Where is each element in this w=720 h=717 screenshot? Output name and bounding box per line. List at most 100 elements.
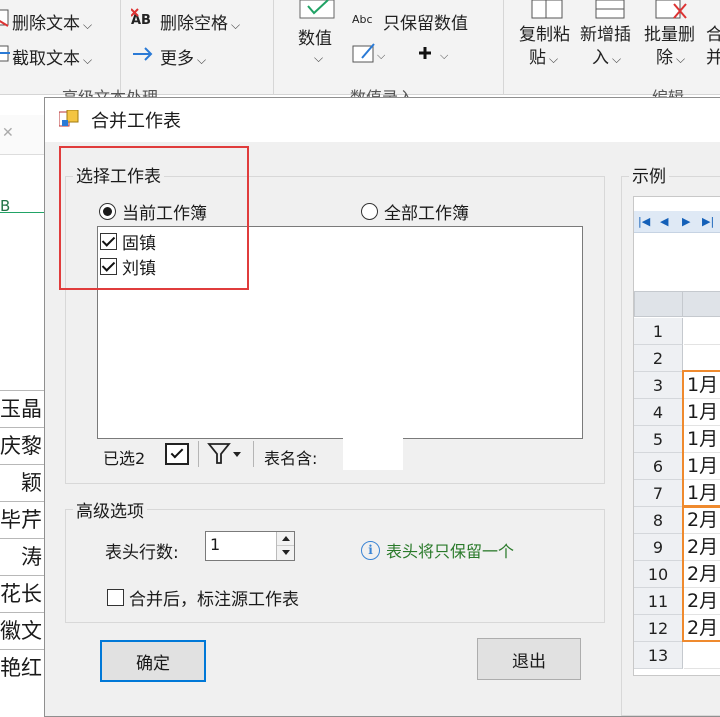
row-header: 5 <box>634 426 683 453</box>
cell-name[interactable]: 庆黎 <box>0 427 44 464</box>
close-icon: ✕ <box>2 125 14 141</box>
delete-text-icon <box>0 8 12 32</box>
header-rows-stepper[interactable]: 1 <box>205 531 295 561</box>
to-number-dropdown[interactable]: ⌵ <box>311 47 323 67</box>
chevron-down-icon: ⌵ <box>549 52 559 66</box>
example-cell <box>684 345 720 372</box>
insert-label-2: 入 <box>592 48 609 68</box>
select-all-toggle[interactable] <box>165 443 189 465</box>
header-info-note: i 表头将只保留一个 <box>361 538 514 562</box>
chevron-down-icon: ⌵ <box>231 18 241 32</box>
mark-source-label: 合并后，标注源工作表 <box>129 590 299 610</box>
checkbox-unchecked <box>107 589 124 606</box>
insert-label: 新增插 <box>580 25 631 45</box>
advanced-options-caption: 高级选项 <box>73 497 147 522</box>
insert-button[interactable]: 新增插 入 ⌵ <box>580 24 631 71</box>
row-header: 6 <box>634 453 683 480</box>
copy-paste-icon <box>528 0 568 26</box>
cell-name[interactable]: 涛 <box>0 538 44 575</box>
prev-sheet-icon: ◀ <box>660 215 669 228</box>
cell-name[interactable]: 毕芹 <box>0 501 44 538</box>
chevron-down-icon: ⌵ <box>83 18 93 32</box>
cell-name[interactable]: 艳红 <box>0 649 44 686</box>
delete-spaces-icon: AB <box>130 7 161 33</box>
to-number-button[interactable]: 数值 <box>298 24 332 49</box>
example-caption: 示例 <box>629 162 669 187</box>
chevron-down-icon: ⌵ <box>676 52 686 66</box>
keep-numbers-button[interactable]: 只保留数值 <box>383 9 468 34</box>
first-sheet-icon: |◀ <box>638 215 651 228</box>
dialog-titlebar[interactable]: 合并工作表 <box>45 98 720 142</box>
highlight-box-select <box>59 146 249 290</box>
keep-numbers-label: 只保留数值 <box>383 14 468 34</box>
ribbon-separator <box>120 0 121 95</box>
row-header: 3 <box>634 372 683 399</box>
ribbon-separator <box>503 0 504 95</box>
merge-label: 合 <box>706 25 720 45</box>
example-preview: |◀ ◀ ▶ ▶| 1 2 3 4 5 6 7 8 9 10 11 12 13 … <box>633 196 720 676</box>
edit-cell-icon[interactable]: ⌵ <box>352 42 388 68</box>
cell-name[interactable]: 花长 <box>0 575 44 612</box>
separator <box>198 441 199 467</box>
svg-text:⌵: ⌵ <box>440 49 449 62</box>
sheet-name-contains-label: 表名含: <box>264 449 318 468</box>
insert-icon <box>592 0 628 26</box>
to-number-label: 数值 <box>298 29 332 49</box>
row-header: 8 <box>634 507 683 534</box>
truncate-text-button[interactable]: 截取文本 ⌵ <box>12 44 92 69</box>
separator <box>253 441 254 467</box>
more-label: 更多 <box>160 49 194 69</box>
cell-name[interactable]: 玉晶 <box>0 390 44 427</box>
spreadsheet-background: ✕ B 玉晶 庆黎 颖 毕芹 涛 花长 徽文 艳红 <box>0 95 44 703</box>
example-cell <box>684 318 720 345</box>
highlight-box-month2 <box>682 506 720 642</box>
filter-icon[interactable] <box>207 442 241 470</box>
plus-icon[interactable]: ⌵ <box>416 42 456 68</box>
copy-paste-button[interactable]: 复制粘 贴 ⌵ <box>519 24 570 71</box>
sheet-name-filter-input[interactable] <box>343 438 403 470</box>
merge-button[interactable]: 合 并 <box>706 24 720 70</box>
truncate-text-icon <box>0 44 12 68</box>
chevron-down-icon: ⌵ <box>83 53 93 67</box>
header-rows-label: 表头行数: <box>105 543 179 563</box>
selection-line <box>0 212 44 213</box>
radio-all-label: 全部工作簿 <box>384 204 469 224</box>
ribbon-separator <box>273 0 274 95</box>
stepper-up-button[interactable] <box>277 532 294 546</box>
batch-delete-icon <box>652 0 692 26</box>
cell-name[interactable]: 颖 <box>0 464 44 501</box>
merge-sheets-dialog: 合并工作表 选择工作表 当前工作簿 全部工作簿 固镇 刘镇 已选2 表名含: 高… <box>44 97 720 717</box>
copy-paste-label-2: 贴 <box>529 48 546 68</box>
ok-label: 确定 <box>136 653 170 674</box>
more-button[interactable]: 更多 ⌵ <box>160 44 206 69</box>
delete-text-button[interactable]: 删除文本 ⌵ <box>12 9 92 34</box>
sheet-tab-navbar: |◀ ◀ ▶ ▶| <box>634 211 720 233</box>
chevron-down-icon: ⌵ <box>314 51 324 65</box>
chevron-down-icon: ⌵ <box>612 52 622 66</box>
cell-name[interactable]: 徽文 <box>0 612 44 649</box>
delete-spaces-label: 删除空格 <box>160 14 228 34</box>
dialog-title: 合并工作表 <box>91 111 181 132</box>
last-sheet-icon: ▶| <box>702 215 715 228</box>
keep-numbers-icon: Abc <box>352 10 380 32</box>
app-icon <box>58 109 79 132</box>
exit-button[interactable]: 退出 <box>477 638 581 680</box>
svg-text:AB: AB <box>131 13 151 28</box>
batch-delete-button[interactable]: 批量删 除 ⌵ <box>644 24 695 71</box>
info-text: 表头将只保留一个 <box>386 542 515 561</box>
merge-label-2: 并 <box>706 48 720 68</box>
row-header: 1 <box>634 318 683 345</box>
formula-bar[interactable]: ✕ <box>0 115 44 155</box>
checkbox-toggle-icon <box>165 443 189 465</box>
ok-button[interactable]: 确定 <box>100 640 206 682</box>
info-icon: i <box>361 540 380 560</box>
grid-corner <box>634 291 683 317</box>
column-header <box>682 291 720 317</box>
radio-all-workbooks[interactable]: 全部工作簿 <box>361 199 469 224</box>
header-rows-value: 1 <box>210 535 221 554</box>
delete-spaces-button[interactable]: 删除空格 ⌵ <box>160 9 240 34</box>
row-header: 2 <box>634 345 683 372</box>
highlight-box-month1 <box>682 370 720 507</box>
stepper-down-button[interactable] <box>277 546 294 560</box>
mark-source-checkbox[interactable]: 合并后，标注源工作表 <box>107 585 299 610</box>
